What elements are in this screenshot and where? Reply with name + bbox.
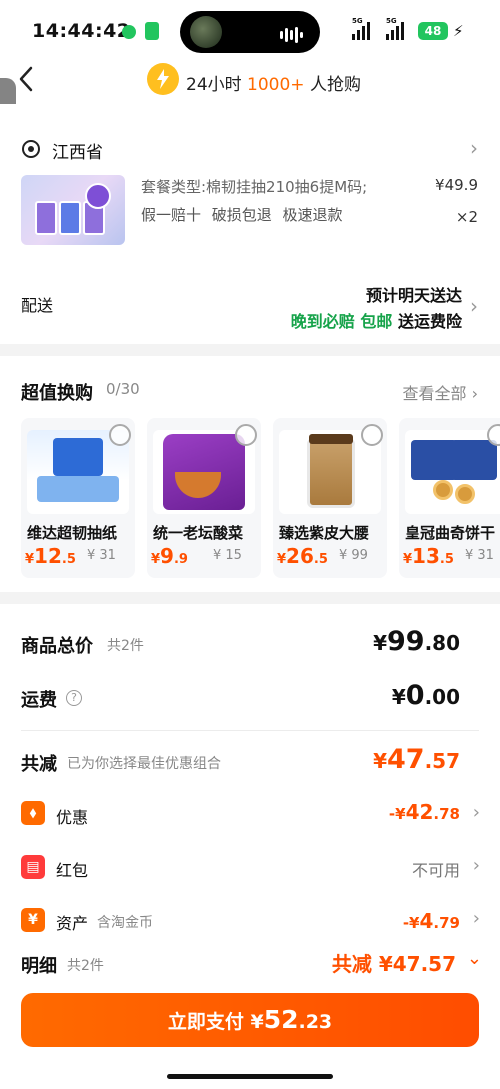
- location-pin-icon: [22, 140, 40, 158]
- status-time: 14:44:42: [32, 20, 131, 42]
- shipping-label: 运费: [21, 690, 57, 711]
- add-on-count: 0/30: [106, 380, 140, 398]
- product-price: ¥49.9: [435, 176, 478, 194]
- product-image[interactable]: [21, 175, 125, 245]
- discount-note: 已为你选择最佳优惠组合: [67, 756, 221, 772]
- chevron-right-icon[interactable]: ›: [473, 802, 480, 823]
- add-on-deals-card: 超值换购 0/30 查看全部 › 维达超韧抽纸 ¥12.5 ¥ 31 统一老坛酸…: [0, 356, 500, 592]
- home-indicator[interactable]: [167, 1074, 333, 1079]
- battery-indicator: 48: [418, 22, 448, 40]
- discount-label: 共减: [21, 754, 57, 775]
- add-on-original-price: ¥ 31: [87, 548, 116, 563]
- audio-wave-icon: [280, 24, 306, 43]
- chevron-right-icon[interactable]: ›: [470, 136, 478, 160]
- add-on-list[interactable]: 维达超韧抽纸 ¥12.5 ¥ 31 统一老坛酸菜 ¥9.9 ¥ 15 臻选紫皮大…: [21, 418, 500, 578]
- coupon-label: 优惠: [56, 808, 89, 827]
- total-count: 共2件: [107, 638, 144, 654]
- product-spec[interactable]: 套餐类型:棉韧挂抽210抽6提M码;: [141, 176, 367, 197]
- status-bar: 14:44:42 5G 5G 48 ⚡: [0, 0, 500, 62]
- detail-count: 共2件: [67, 958, 104, 974]
- delivery-label: 配送: [21, 296, 54, 315]
- late-compensation-badge: 晚到必赔: [290, 312, 355, 331]
- app-icon: [145, 22, 159, 40]
- add-on-name: 皇冠曲奇饼干: [405, 524, 496, 542]
- total-value: ¥99.80: [373, 626, 460, 657]
- product-quantity[interactable]: ×2: [456, 208, 478, 226]
- help-icon[interactable]: ?: [66, 690, 82, 706]
- red-packet-label: 红包: [56, 861, 89, 880]
- wechat-icon: [122, 25, 136, 39]
- return-insurance-badge: 送运费险: [397, 312, 462, 331]
- free-shipping-badge: 包邮: [360, 312, 393, 331]
- delivery-estimate[interactable]: 预计明天送达: [366, 282, 462, 306]
- delivery-badges: 晚到必赔 包邮 送运费险: [291, 308, 462, 332]
- lightning-badge-icon: [147, 63, 179, 95]
- add-on-title: 超值换购: [21, 383, 93, 404]
- select-radio[interactable]: [235, 424, 257, 446]
- select-radio[interactable]: [109, 424, 131, 446]
- header: 24小时 1000+ 人抢购: [0, 62, 500, 104]
- chevron-right-icon[interactable]: ›: [473, 908, 480, 929]
- add-on-item[interactable]: 统一老坛酸菜 ¥9.9 ¥ 15: [147, 418, 261, 578]
- chevron-right-icon[interactable]: ›: [470, 294, 478, 318]
- hero-banner-text: 24小时 1000+ 人抢购: [186, 75, 361, 95]
- detail-label: 明细: [21, 956, 57, 977]
- yen-asset-icon: ¥: [21, 908, 45, 932]
- add-on-item[interactable]: 皇冠曲奇饼干 ¥13.5 ¥ 31: [399, 418, 500, 578]
- discount-value: ¥47.57: [373, 744, 460, 775]
- pay-now-button[interactable]: 立即支付 ¥52.23: [21, 993, 479, 1047]
- add-on-original-price: ¥ 31: [465, 548, 494, 563]
- detail-summary[interactable]: 共减 ¥47.57: [332, 948, 456, 977]
- asset-label: 资产: [56, 914, 89, 933]
- add-on-price: ¥12.5: [25, 544, 76, 568]
- chevron-double-down-icon[interactable]: ⌄: [467, 948, 482, 969]
- product-service-tags: 假一赔十 破损包退 极速退款: [141, 206, 343, 224]
- coupon-value[interactable]: -¥42.78: [389, 800, 460, 824]
- divider: [21, 730, 479, 731]
- select-radio[interactable]: [361, 424, 383, 446]
- chevron-right-icon[interactable]: ›: [473, 855, 480, 876]
- add-on-original-price: ¥ 99: [339, 548, 368, 563]
- cookie-image: [405, 430, 500, 514]
- charging-bolt-icon: ⚡: [453, 22, 464, 40]
- total-label: 商品总价: [21, 636, 93, 657]
- asset-value[interactable]: -¥4.79: [403, 909, 460, 933]
- add-on-name: 统一老坛酸菜: [153, 524, 244, 542]
- add-on-original-price: ¥ 15: [213, 548, 242, 563]
- add-on-item[interactable]: 臻选紫皮大腰 ¥26.5 ¥ 99: [273, 418, 387, 578]
- shipping-value: ¥0.00: [391, 680, 460, 711]
- add-on-name: 臻选紫皮大腰: [279, 524, 370, 542]
- asset-note: 含淘金币: [97, 915, 153, 931]
- add-on-price: ¥9.9: [151, 544, 188, 568]
- add-on-item[interactable]: 维达超韧抽纸 ¥12.5 ¥ 31: [21, 418, 135, 578]
- red-packet-value[interactable]: 不可用: [412, 857, 460, 881]
- dynamic-island[interactable]: [180, 11, 320, 53]
- add-on-name: 维达超韧抽纸: [27, 524, 118, 542]
- address-text[interactable]: 江西省: [52, 138, 103, 163]
- back-arrow-icon[interactable]: [16, 64, 46, 98]
- album-art-icon: [190, 16, 222, 48]
- add-on-price: ¥26.5: [277, 544, 328, 568]
- coupon-tag-icon: ⬧: [21, 801, 45, 825]
- view-all-link[interactable]: 查看全部 ›: [403, 380, 479, 404]
- red-packet-icon: ▤: [21, 855, 45, 879]
- order-card: 江西省 › 套餐类型:棉韧挂抽210抽6提M码; ¥49.9 假一赔十 破损包退…: [0, 104, 500, 344]
- add-on-price: ¥13.5: [403, 544, 454, 568]
